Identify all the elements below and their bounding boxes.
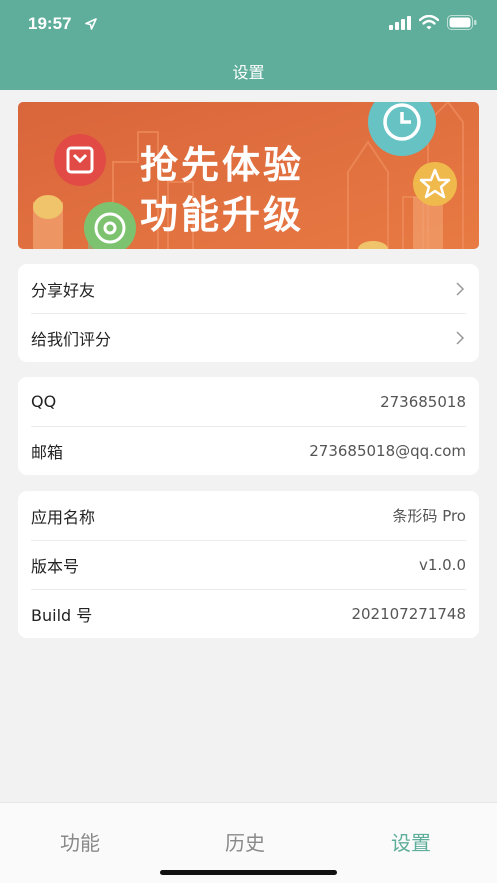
app-name-label: 应用名称 — [31, 507, 96, 527]
battery-icon — [447, 15, 477, 30]
email-value: 273685018@qq.com — [309, 441, 466, 460]
email-label: 邮箱 — [31, 442, 64, 462]
qq-label: QQ — [31, 392, 57, 411]
chevron-right-icon — [456, 281, 465, 296]
version-row: 版本号 v1.0.0 — [18, 540, 479, 589]
home-indicator — [160, 870, 337, 875]
build-row: Build 号 202107271748 — [18, 589, 479, 638]
qq-value: 273685018 — [380, 392, 466, 411]
qq-row[interactable]: QQ 273685018 — [18, 377, 479, 426]
location-arrow-icon — [85, 18, 97, 30]
version-label: 版本号 — [31, 556, 80, 576]
app-name-row: 应用名称 条形码 Pro — [18, 491, 479, 540]
star-icon — [413, 162, 457, 206]
build-value: 202107271748 — [351, 604, 466, 623]
build-label: Build 号 — [31, 605, 93, 625]
banner-line1: 抢先体验 — [140, 143, 305, 187]
app-name-value: 条形码 Pro — [392, 507, 466, 525]
status-time: 19:57 — [28, 14, 72, 33]
wifi-icon — [419, 15, 439, 30]
status-icons — [389, 15, 477, 30]
banner-line2: 功能升级 — [140, 193, 305, 237]
rate-us-row[interactable]: 给我们评分 — [18, 313, 479, 362]
version-value: v1.0.0 — [418, 555, 466, 574]
banner-title: 抢先体验 功能升级 — [140, 140, 304, 240]
chevron-right-icon — [456, 330, 465, 345]
tab-settings[interactable]: 设置 — [391, 827, 431, 856]
nav-bar: 设置 — [0, 50, 497, 90]
app-info-group: 应用名称 条形码 Pro 版本号 v1.0.0 Build 号 20210727… — [18, 491, 479, 638]
signal-icon — [389, 15, 411, 30]
settings-content: 抢先体验 功能升级 分享好友 给我们评分 QQ 273685018 邮箱 273… — [0, 90, 497, 802]
promo-banner[interactable]: 抢先体验 功能升级 — [18, 102, 479, 249]
contact-group: QQ 273685018 邮箱 273685018@qq.com — [18, 377, 479, 475]
calendar-icon — [54, 134, 106, 186]
share-friends-row[interactable]: 分享好友 — [18, 264, 479, 313]
tab-history[interactable]: 历史 — [225, 827, 265, 856]
share-friends-label: 分享好友 — [31, 280, 96, 300]
share-rate-group: 分享好友 给我们评分 — [18, 264, 479, 362]
status-bar: 19:57 — [0, 0, 497, 50]
page-title: 设置 — [232, 63, 265, 82]
rate-us-label: 给我们评分 — [31, 329, 112, 349]
tab-features[interactable]: 功能 — [60, 827, 100, 856]
email-row[interactable]: 邮箱 273685018@qq.com — [18, 426, 479, 475]
